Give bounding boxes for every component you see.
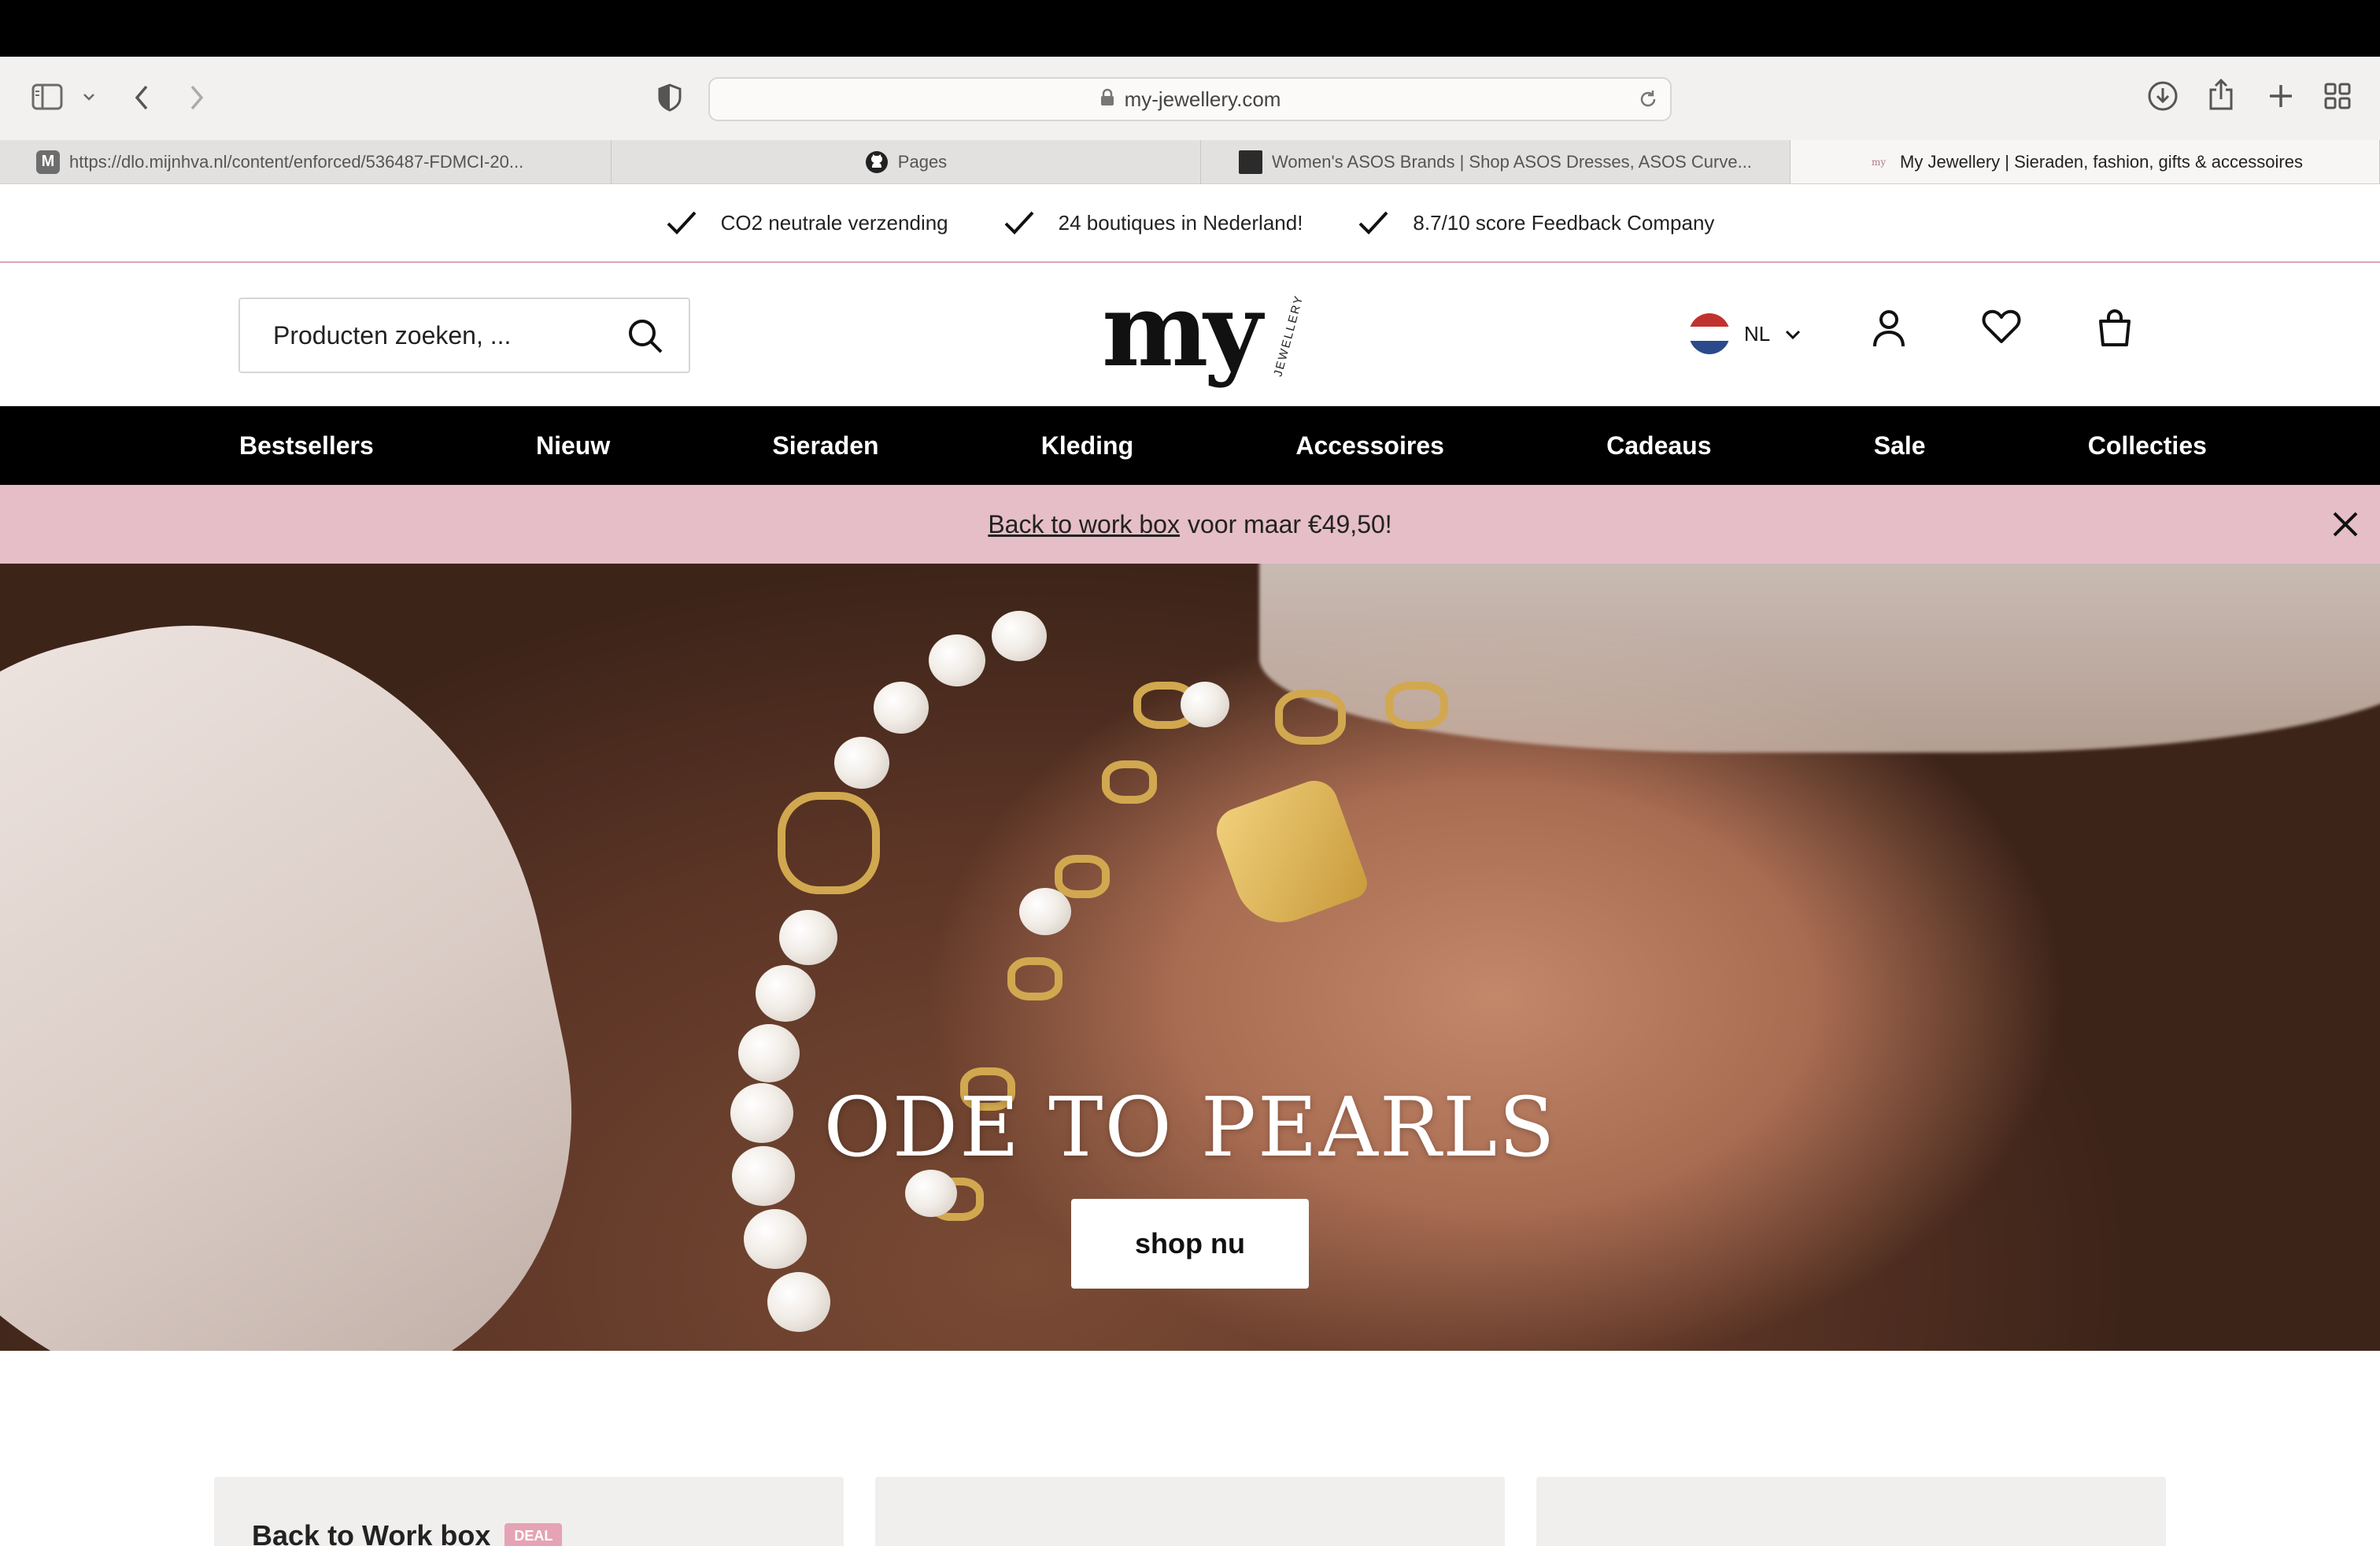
- m-favicon-icon: M: [36, 150, 60, 174]
- tab-label: https://dlo.mijnhva.nl/content/enforced/…: [69, 151, 524, 172]
- checkmark-icon: [1004, 211, 1034, 235]
- nav-item-collecties[interactable]: Collecties: [2088, 431, 2207, 460]
- card-title: Back to Work box: [252, 1519, 491, 1546]
- hero-sleeve-image: [0, 564, 626, 1351]
- nav-item-sieraden[interactable]: Sieraden: [772, 431, 878, 460]
- system-top-bar: [0, 0, 2380, 57]
- usp-bar: CO2 neutrale verzending 24 boutiques in …: [0, 184, 2380, 263]
- hero-title: ODE TO PEARLS: [823, 1079, 1557, 1175]
- search-input[interactable]: Producten zoeken, ...: [238, 298, 690, 373]
- wishlist-heart-icon[interactable]: [1982, 309, 2021, 349]
- language-selector[interactable]: NL: [1689, 313, 1802, 354]
- logo-subtext: JEWELLERY: [1271, 293, 1306, 379]
- heart-charm-image: [1210, 774, 1372, 936]
- reload-icon[interactable]: [1637, 88, 1659, 114]
- new-tab-icon[interactable]: [2267, 82, 2295, 110]
- asos-icon: [1239, 150, 1263, 174]
- usp-item: 8.7/10 score Feedback Company: [1358, 210, 1714, 235]
- logo-text: my: [1102, 272, 1262, 390]
- chevron-down-icon[interactable]: [82, 91, 96, 102]
- chevron-down-icon: [1784, 322, 1802, 346]
- checkmark-icon: [1359, 211, 1388, 235]
- address-bar[interactable]: my-jewellery.com: [708, 77, 1672, 121]
- promo-card[interactable]: Back to Work box DEAL: [214, 1477, 844, 1546]
- promo-card[interactable]: [875, 1477, 1505, 1546]
- tab-asos[interactable]: Women's ASOS Brands | Shop ASOS Dresses,…: [1201, 140, 1791, 183]
- account-icon[interactable]: [1872, 309, 1906, 353]
- usp-label: CO2 neutrale verzending: [720, 210, 948, 235]
- nav-item-sale[interactable]: Sale: [1874, 431, 1926, 460]
- tab-label: Pages: [897, 151, 948, 172]
- sidebar-toggle-icon[interactable]: [31, 83, 63, 110]
- tab-dlo[interactable]: M https://dlo.mijnhva.nl/content/enforce…: [0, 140, 612, 183]
- usp-item: CO2 neutrale verzending: [666, 210, 948, 235]
- my-favicon-icon: my: [1871, 156, 1887, 168]
- close-icon[interactable]: [2331, 510, 2360, 545]
- deal-badge: DEAL: [504, 1522, 563, 1546]
- tab-label: My Jewellery | Sieraden, fashion, gifts …: [1900, 151, 2303, 172]
- site-logo[interactable]: my JEWELLERY: [1102, 272, 1306, 390]
- github-icon: [865, 150, 889, 174]
- privacy-shield-icon[interactable]: [658, 83, 682, 112]
- site-header: Producten zoeken, ... my JEWELLERY NL: [0, 264, 2380, 406]
- usp-label: 24 boutiques in Nederland!: [1058, 210, 1303, 235]
- promo-text: voor maar €49,50!: [1187, 509, 1392, 538]
- language-label: NL: [1744, 321, 1771, 346]
- nav-item-bestsellers[interactable]: Bestsellers: [239, 431, 374, 460]
- product-cards-section: Back to Work box DEAL: [0, 1351, 2380, 1546]
- nav-item-nieuw[interactable]: Nieuw: [536, 431, 610, 460]
- shop-now-button[interactable]: shop nu: [1071, 1199, 1309, 1289]
- downloads-icon[interactable]: [2147, 80, 2179, 112]
- promo-banner: Back to work box voor maar €49,50!: [0, 485, 2380, 564]
- tab-my-jewellery[interactable]: my My Jewellery | Sieraden, fashion, gif…: [1791, 140, 2380, 183]
- tab-overview-icon[interactable]: [2323, 82, 2352, 110]
- browser-toolbar: my-jewellery.com: [0, 57, 2380, 140]
- forward-icon[interactable]: [187, 83, 206, 112]
- lock-icon: [1099, 88, 1115, 111]
- main-nav: Bestsellers Nieuw Sieraden Kleding Acces…: [0, 406, 2380, 485]
- back-icon[interactable]: [132, 83, 151, 112]
- promo-card[interactable]: [1536, 1477, 2166, 1546]
- nav-item-kleding[interactable]: Kleding: [1041, 431, 1133, 460]
- usp-item: 24 boutiques in Nederland!: [1003, 210, 1303, 235]
- nav-item-accessoires[interactable]: Accessoires: [1295, 431, 1444, 460]
- search-placeholder: Producten zoeken, ...: [273, 320, 512, 350]
- url-text: my-jewellery.com: [1124, 87, 1281, 111]
- tab-pages[interactable]: Pages: [612, 140, 1201, 183]
- hero-banner: ODE TO PEARLS shop nu: [0, 564, 2380, 1351]
- share-icon[interactable]: [2207, 77, 2235, 112]
- tab-strip: M https://dlo.mijnhva.nl/content/enforce…: [0, 140, 2380, 184]
- promo-link[interactable]: Back to work box: [988, 510, 1180, 539]
- checkmark-icon: [667, 211, 697, 235]
- usp-label: 8.7/10 score Feedback Company: [1413, 210, 1715, 235]
- nav-item-cadeaus[interactable]: Cadeaus: [1606, 431, 1711, 460]
- netherlands-flag-icon: [1689, 313, 1730, 354]
- shopping-bag-icon[interactable]: [2097, 309, 2133, 352]
- search-icon[interactable]: [627, 318, 663, 361]
- tab-label: Women's ASOS Brands | Shop ASOS Dresses,…: [1272, 151, 1752, 172]
